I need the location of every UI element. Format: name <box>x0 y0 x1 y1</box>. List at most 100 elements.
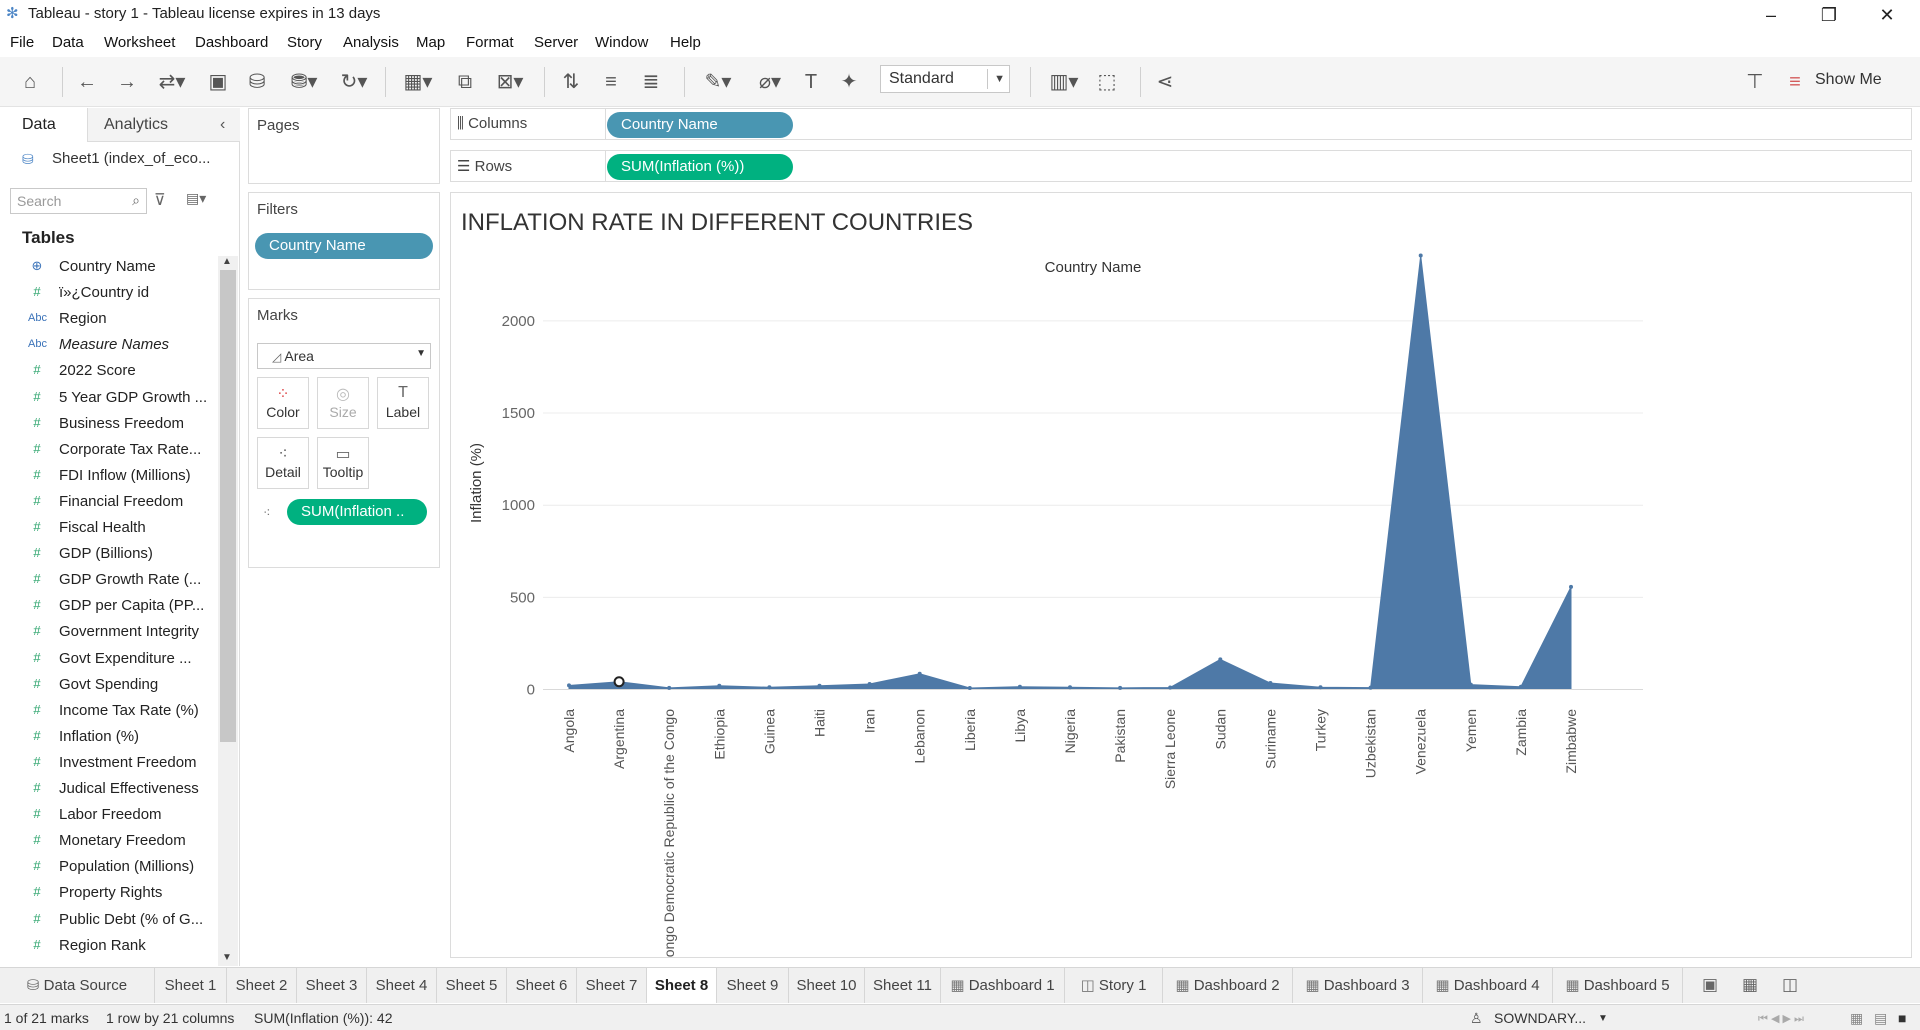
field-item[interactable]: # Judical Effectiveness <box>0 776 214 802</box>
undo-icon[interactable]: ← <box>72 67 102 97</box>
field-item[interactable]: # Region Rank <box>0 933 214 959</box>
menu-server[interactable]: Server <box>534 34 578 51</box>
field-item[interactable]: # Property Rights <box>0 880 214 906</box>
tab-sheet-11[interactable]: Sheet 11 <box>865 968 941 1003</box>
duplicate-icon[interactable]: ⧉ <box>450 67 480 97</box>
area-chart[interactable]: Country Name 0 500 1000 1500 2000 Inflation (%… <box>451 193 1911 957</box>
tab-sheet-10[interactable]: Sheet 10 <box>789 968 865 1003</box>
clear-sheet-icon[interactable]: ⊠▾ <box>488 67 532 97</box>
field-item[interactable]: Abc Region <box>0 306 214 332</box>
field-item[interactable]: # Public Debt (% of G... <box>0 907 214 933</box>
field-item[interactable]: # Government Integrity <box>0 619 214 645</box>
sheet-nav-icons[interactable]: ⏮ ◀ ▶ ⏭ <box>1758 1012 1804 1026</box>
new-dashboard-icon[interactable]: ▦ <box>1742 975 1758 995</box>
field-item[interactable]: #5 Year GDP Growth ... <box>0 385 214 411</box>
tab-dashboard-5[interactable]: ▦ Dashboard 5 <box>1553 968 1683 1003</box>
marks-pill-inflation[interactable]: SUM(Inflation .. <box>287 499 427 525</box>
filter-pill-country[interactable]: Country Name <box>255 233 433 259</box>
tab-sheet-9[interactable]: Sheet 9 <box>717 968 789 1003</box>
restore-icon[interactable]: ❐ <box>1806 2 1852 28</box>
group-icon[interactable]: ⌀▾ <box>748 67 792 97</box>
field-item[interactable]: # Inflation (%) <box>0 724 214 750</box>
field-item[interactable]: # Govt Expenditure ... <box>0 646 214 672</box>
new-story-icon[interactable]: ◫ <box>1782 975 1798 995</box>
mark-type-select[interactable]: ◿ Area ▼ <box>257 343 431 369</box>
columns-pill-country[interactable]: Country Name <box>607 112 793 138</box>
tab-dashboard-1[interactable]: ▦ Dashboard 1 <box>941 968 1065 1003</box>
new-worksheet-icon[interactable]: ▦▾ <box>396 67 440 97</box>
menu-window[interactable]: Window <box>595 34 648 51</box>
tab-sheet-8[interactable]: Sheet 8 <box>647 968 717 1003</box>
chevron-down-icon[interactable]: ▼ <box>1598 1013 1608 1024</box>
minimize-icon[interactable]: – <box>1748 2 1794 28</box>
user-name[interactable]: SOWNDARY... <box>1494 1010 1586 1026</box>
show-me-button[interactable]: Show Me <box>1815 71 1882 89</box>
collapse-pane-icon[interactable]: ‹ <box>220 108 225 142</box>
view-grid-icon[interactable]: ▦ <box>1850 1010 1863 1027</box>
field-item[interactable]: ⊕ Country Name <box>0 254 214 280</box>
selected-data-point[interactable] <box>613 676 625 688</box>
view-film-icon[interactable]: ▤ <box>1874 1010 1887 1027</box>
refresh-icon[interactable]: ↻▾ <box>332 67 376 97</box>
color-button[interactable]: ⁘ Color <box>257 377 309 429</box>
field-item[interactable]: # Corporate Tax Rate... <box>0 437 214 463</box>
rows-shelf[interactable]: ☰ Rows SUM(Inflation (%)) <box>450 150 1912 182</box>
highlight-icon[interactable]: ✎▾ <box>696 67 740 97</box>
label-icon[interactable]: T <box>796 67 826 97</box>
menu-help[interactable]: Help <box>670 34 701 51</box>
share-icon[interactable]: ⋖ <box>1150 67 1180 97</box>
tab-sheet-3[interactable]: Sheet 3 <box>297 968 367 1003</box>
redo-icon[interactable]: → <box>112 67 142 97</box>
tooltip-button[interactable]: ▭ Tooltip <box>317 437 369 489</box>
detail-button[interactable]: ⁖ Detail <box>257 437 309 489</box>
tab-sheet-5[interactable]: Sheet 5 <box>437 968 507 1003</box>
field-item[interactable]: # Financial Freedom <box>0 489 214 515</box>
tab-sheet-7[interactable]: Sheet 7 <box>577 968 647 1003</box>
field-item[interactable]: # GDP Growth Rate (... <box>0 567 214 593</box>
field-item[interactable]: # Population (Millions) <box>0 854 214 880</box>
tab-dashboard-4[interactable]: ▦ Dashboard 4 <box>1423 968 1553 1003</box>
menu-format[interactable]: Format <box>466 34 514 51</box>
menu-story[interactable]: Story <box>287 34 322 51</box>
tab-data[interactable]: Data <box>22 108 56 142</box>
new-sheet-icon[interactable]: ▣ <box>1702 975 1718 995</box>
field-item[interactable]: #2022 Score <box>0 358 214 384</box>
save-icon[interactable]: ▣ <box>203 67 233 97</box>
field-item[interactable]: # Business Freedom <box>0 411 214 437</box>
sort-desc-icon[interactable]: ≣ <box>636 67 666 97</box>
size-button[interactable]: ◎ Size <box>317 377 369 429</box>
close-icon[interactable]: ✕ <box>1864 2 1910 28</box>
menu-file[interactable]: File <box>10 34 34 51</box>
filter-icon[interactable]: ⊽ <box>154 190 166 210</box>
menu-map[interactable]: Map <box>416 34 445 51</box>
tab-dashboard-3[interactable]: ▦ Dashboard 3 <box>1293 968 1423 1003</box>
fit-select[interactable]: Standard ▼ <box>880 65 1010 93</box>
tab-sheet-1[interactable]: Sheet 1 <box>155 968 227 1003</box>
field-item[interactable]: # Labor Freedom <box>0 802 214 828</box>
tab-data-source[interactable]: ⛁ Data Source <box>0 968 155 1003</box>
tab-sheet-2[interactable]: Sheet 2 <box>227 968 297 1003</box>
new-datasource-icon[interactable]: ⛁ <box>242 67 272 97</box>
columns-shelf[interactable]: ⫼ Columns Country Name <box>450 108 1912 140</box>
show-me-icon[interactable]: ≡ <box>1785 67 1805 97</box>
search-input[interactable]: Search ⌕ <box>10 188 147 214</box>
sort-asc-icon[interactable]: ≡ <box>596 67 626 97</box>
field-item[interactable]: # ï»¿Country id <box>0 280 214 306</box>
presentation-icon[interactable]: ⬚ <box>1092 67 1122 97</box>
view-list-icon[interactable]: ▤▾ <box>186 190 206 207</box>
field-item[interactable]: # FDI Inflow (Millions) <box>0 463 214 489</box>
pause-updates-icon[interactable]: ⛃▾ <box>282 67 326 97</box>
field-item[interactable]: # GDP per Capita (PP... <box>0 593 214 619</box>
scroll-thumb[interactable] <box>220 270 236 742</box>
field-item[interactable]: # Investment Freedom <box>0 750 214 776</box>
swap-icon[interactable]: ⇅ <box>556 67 586 97</box>
home-icon[interactable]: ⌂ <box>15 67 45 97</box>
field-item[interactable]: Abc Measure Names <box>0 332 214 358</box>
field-item[interactable]: # GDP (Billions) <box>0 541 214 567</box>
menu-data[interactable]: Data <box>52 34 84 51</box>
pin-icon[interactable]: ✦ <box>834 67 864 97</box>
menu-analysis[interactable]: Analysis <box>343 34 399 51</box>
scroll-up-icon[interactable]: ▲ <box>222 256 232 267</box>
data-source-name[interactable]: Sheet1 (index_of_eco... <box>52 150 210 167</box>
field-item[interactable]: # Fiscal Health <box>0 515 214 541</box>
